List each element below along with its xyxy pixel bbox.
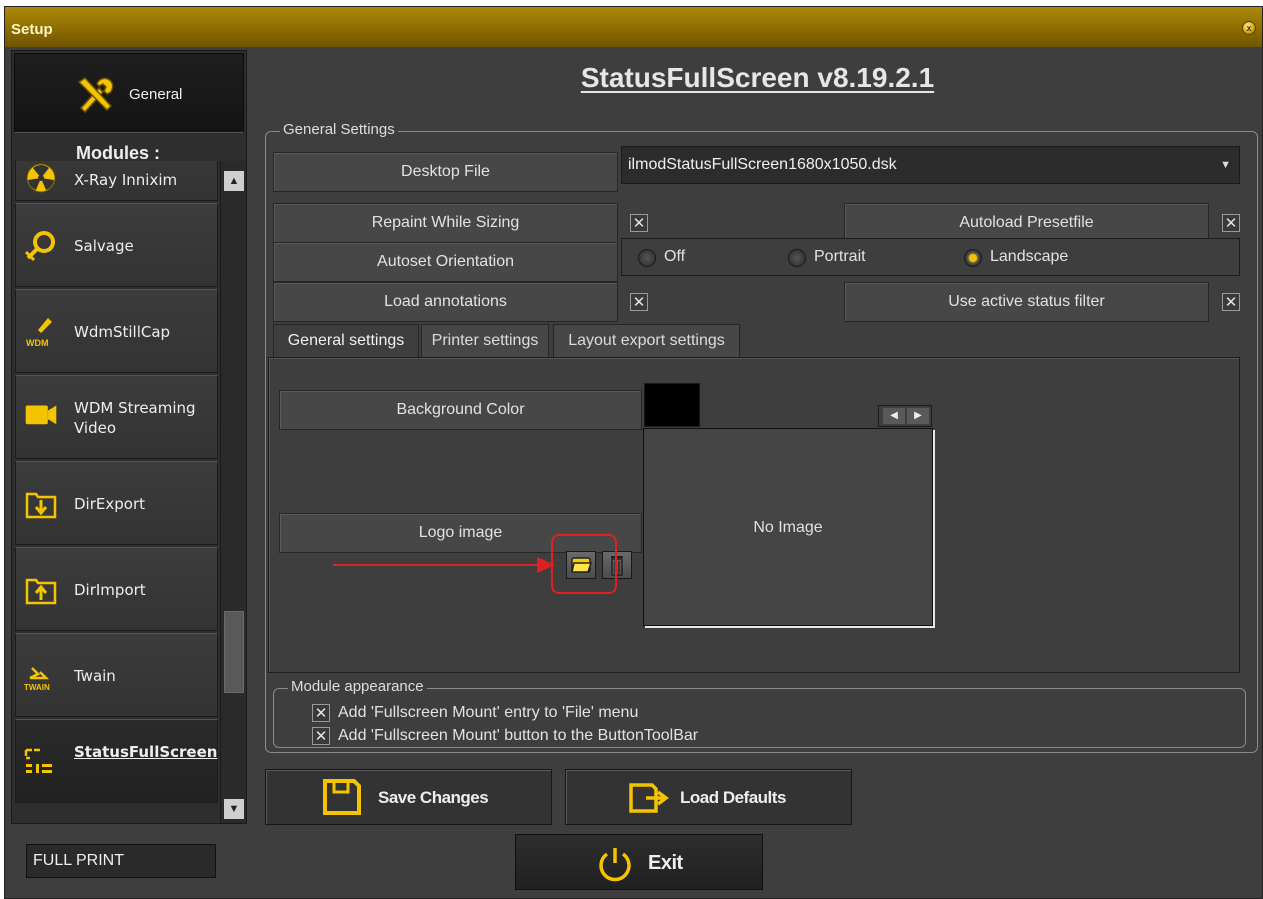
load-annotations-label: Load annotations: [273, 282, 618, 322]
load-defaults-label: Load Defaults: [680, 788, 786, 807]
module-item-wdmstillcap[interactable]: WDM WdmStillCap: [15, 289, 218, 373]
video-camera-icon: [25, 405, 57, 425]
chevron-left-icon[interactable]: ◀: [883, 408, 905, 424]
module-label: DirImport: [74, 581, 146, 599]
module-item-dirimport[interactable]: DirImport: [15, 547, 218, 631]
save-icon: [323, 779, 361, 815]
status-filter-label: Use active status filter: [844, 282, 1209, 322]
scroll-up-icon[interactable]: ▲: [224, 171, 244, 191]
tools-icon: [77, 77, 114, 114]
close-icon[interactable]: x: [1242, 21, 1256, 35]
module-item-salvage[interactable]: Salvage: [15, 203, 218, 287]
exit-label: Exit: [648, 852, 683, 874]
toolbar-button-checkbox[interactable]: ✕: [312, 727, 330, 745]
load-defaults-icon: [629, 783, 669, 813]
chevron-down-icon[interactable]: ▼: [1220, 147, 1231, 183]
toolbar-button-label: Add 'Fullscreen Mount' button to the But…: [338, 727, 699, 744]
save-changes-button[interactable]: Save Changes: [265, 769, 552, 825]
svg-text:TWAIN: TWAIN: [24, 683, 50, 692]
orientation-off-radio[interactable]: [638, 249, 656, 267]
logo-image-preview: No Image: [643, 428, 933, 626]
module-label: WdmStillCap: [74, 323, 171, 341]
tab-general-settings[interactable]: General settings: [273, 324, 419, 360]
orientation-portrait-label: Portrait: [814, 248, 866, 265]
save-changes-label: Save Changes: [378, 788, 489, 807]
svg-text:WDM: WDM: [26, 338, 49, 348]
modules-heading: Modules :: [76, 143, 160, 163]
orientation-off-label: Off: [664, 248, 686, 265]
module-item-twain[interactable]: TWAIN Twain: [15, 633, 218, 717]
general-label: General: [129, 86, 183, 103]
module-label: X-Ray Innixim: [74, 171, 178, 189]
annotation-highlight: [551, 534, 617, 594]
window-title: Setup: [11, 21, 53, 38]
image-nav: ◀ ▶: [878, 405, 932, 427]
desktop-file-select[interactable]: ilmodStatusFullScreen1680x1050.dsk ▼: [621, 146, 1240, 184]
repaint-label: Repaint While Sizing: [273, 203, 618, 243]
background-color-label: Background Color: [279, 390, 642, 430]
autoset-orientation-label: Autoset Orientation: [273, 242, 618, 282]
general-button[interactable]: General: [14, 53, 244, 133]
module-list: X-Ray Innixim Salvage WDM WdmStillCap WD…: [15, 161, 218, 823]
background-color-swatch[interactable]: [644, 383, 700, 427]
tab-printer-settings[interactable]: Printer settings: [421, 324, 549, 358]
module-item-xray[interactable]: X-Ray Innixim: [15, 161, 218, 201]
tab-layout-export-settings[interactable]: Layout export settings: [553, 324, 740, 358]
folder-export-icon: [25, 492, 57, 519]
load-defaults-button[interactable]: Load Defaults: [565, 769, 852, 825]
twain-icon: TWAIN: [24, 667, 50, 692]
module-label: Twain: [74, 667, 116, 685]
wdm-camera-icon: WDM: [26, 318, 52, 348]
module-item-wdm-streaming[interactable]: WDM Streaming Video: [15, 375, 218, 459]
desktop-file-label: Desktop File: [273, 152, 618, 192]
folder-import-icon: [25, 578, 57, 605]
annotation-arrow: [333, 557, 555, 573]
autoload-checkbox[interactable]: ✕: [1222, 214, 1240, 232]
radiation-icon: [26, 163, 56, 193]
title-bar[interactable]: Setup x: [5, 7, 1262, 47]
orientation-landscape-label: Landscape: [990, 248, 1069, 265]
scroll-thumb[interactable]: [224, 611, 244, 693]
exit-button[interactable]: Exit: [515, 834, 763, 890]
general-settings-legend: General Settings: [280, 121, 398, 138]
repaint-checkbox[interactable]: ✕: [630, 214, 648, 232]
module-scrollbar[interactable]: ▲ ▼: [220, 161, 246, 823]
module-label: StatusFullScreen: [74, 743, 218, 761]
statusfullscreen-icon: [24, 748, 52, 773]
module-item-direxport[interactable]: DirExport: [15, 461, 218, 545]
status-mode: FULL PRINT: [26, 844, 216, 878]
load-annotations-checkbox[interactable]: ✕: [630, 293, 648, 311]
orientation-portrait-radio[interactable]: [788, 249, 806, 267]
module-label: Salvage: [74, 237, 134, 255]
lifebuoy-icon: [24, 231, 55, 262]
module-item-statusfullscreen[interactable]: StatusFullScreen: [15, 719, 218, 803]
autoload-label: Autoload Presetfile: [844, 203, 1209, 243]
chevron-right-icon[interactable]: ▶: [907, 408, 929, 424]
module-label: WDM Streaming Video: [74, 399, 196, 437]
file-menu-entry-checkbox[interactable]: ✕: [312, 704, 330, 722]
orientation-group: Off Portrait Landscape: [621, 238, 1240, 276]
orientation-landscape-radio[interactable]: [964, 249, 982, 267]
sidebar: General Modules : X-Ray Innixim Salvage: [11, 50, 247, 824]
no-image-text: No Image: [753, 519, 823, 536]
power-icon: [599, 848, 631, 882]
module-label: DirExport: [74, 495, 145, 513]
page-title: StatusFullScreen v8.19.2.1: [580, 62, 935, 93]
module-appearance-legend: Module appearance: [288, 678, 427, 695]
status-filter-checkbox[interactable]: ✕: [1222, 293, 1240, 311]
file-menu-entry-label: Add 'Fullscreen Mount' entry to 'File' m…: [338, 704, 639, 721]
desktop-file-value: ilmodStatusFullScreen1680x1050.dsk: [628, 156, 897, 173]
scroll-down-icon[interactable]: ▼: [224, 799, 244, 819]
